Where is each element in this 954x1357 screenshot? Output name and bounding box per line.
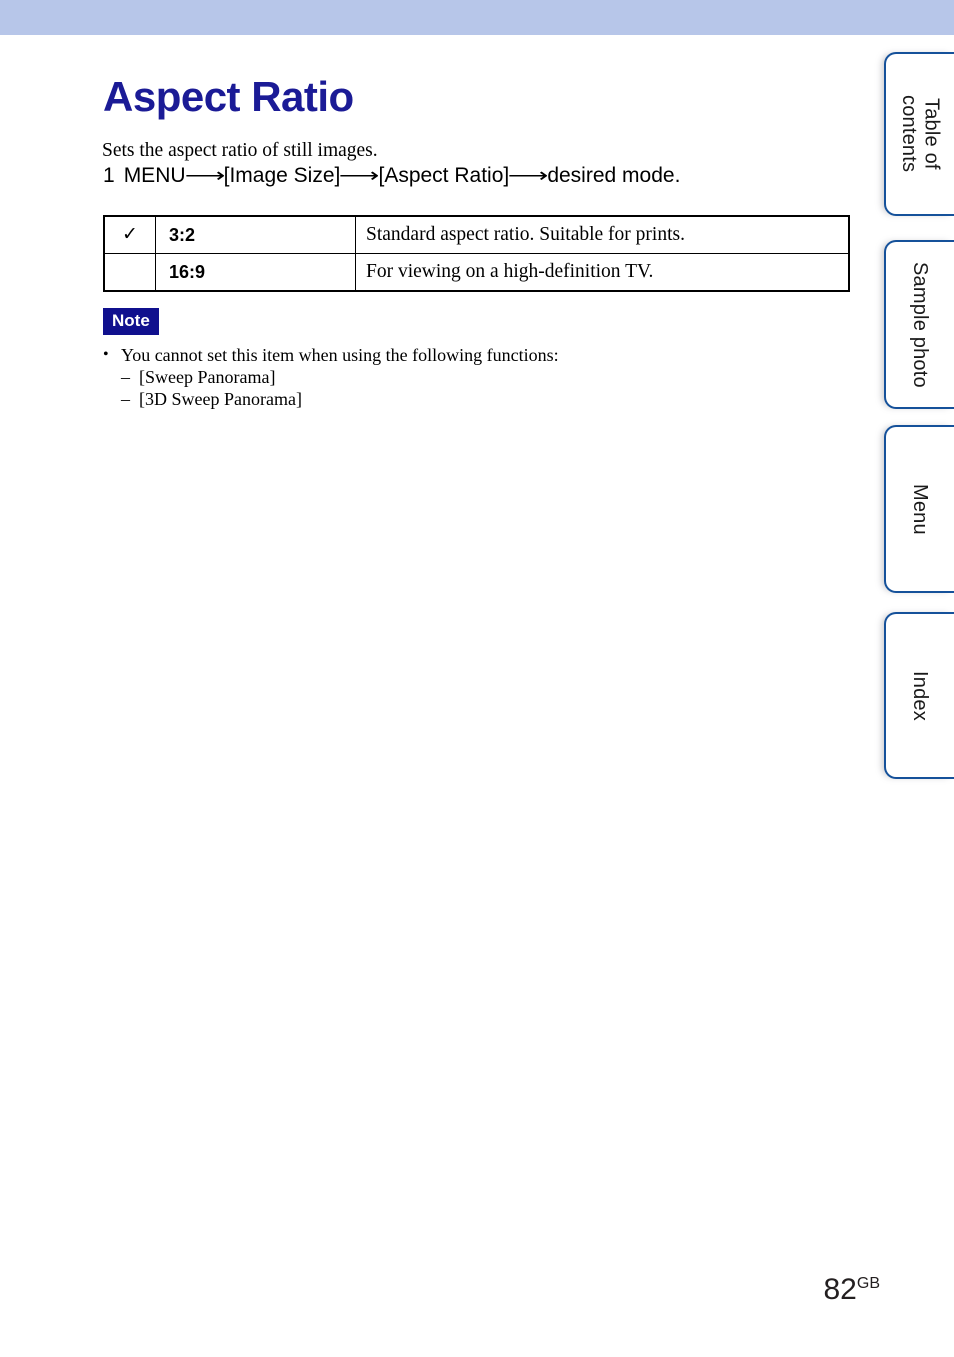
header-band — [0, 0, 954, 35]
check-icon: ✓ — [122, 223, 138, 245]
bullet-icon: • — [103, 346, 109, 363]
sidebar-item-index[interactable]: Index — [884, 612, 954, 779]
page-content: Aspect Ratio Sets the aspect ratio of st… — [0, 35, 880, 1357]
options-table: ✓ 3:2 Standard aspect ratio. Suitable fo… — [103, 215, 850, 292]
note-subitem-text: [Sweep Panorama] — [139, 366, 276, 387]
side-tab-label: Menu — [909, 483, 932, 535]
list-item: – [Sweep Panorama] — [103, 367, 559, 389]
option-label: 3:2 — [155, 215, 356, 254]
sidebar-item-table-of-contents[interactable]: Table of contents — [884, 52, 954, 216]
step-aspect-ratio-label: [Aspect Ratio] — [378, 164, 510, 187]
sidebar-item-menu[interactable]: Menu — [884, 425, 954, 593]
selected-indicator-cell: ✓ — [103, 215, 156, 254]
step-number: 1 — [103, 164, 115, 187]
arrow-icon: ⟶ — [339, 164, 380, 187]
intro-paragraph: Sets the aspect ratio of still images. — [102, 139, 378, 161]
dash-icon: – — [121, 388, 130, 409]
side-tab-label: Table of contents — [898, 95, 943, 173]
page-title: Aspect Ratio — [103, 73, 354, 121]
note-item-text: You cannot set this item when using the … — [121, 345, 559, 365]
option-description: Standard aspect ratio. Suitable for prin… — [355, 215, 850, 254]
page-number-value: 82 — [823, 1273, 857, 1306]
page-number-suffix: GB — [856, 1275, 880, 1292]
list-item: • You cannot set this item when using th… — [103, 345, 559, 367]
step-image-size-label: [Image Size] — [223, 164, 341, 187]
note-subitem-text: [3D Sweep Panorama] — [139, 388, 302, 409]
step-desired-mode-label: desired mode. — [547, 164, 681, 187]
table-row[interactable]: ✓ 3:2 Standard aspect ratio. Suitable fo… — [103, 215, 850, 254]
list-item: – [3D Sweep Panorama] — [103, 389, 559, 411]
dash-icon: – — [121, 366, 130, 387]
selected-indicator-cell — [103, 253, 156, 292]
option-label: 16:9 — [155, 253, 356, 292]
step-instruction: 1 MENU⟶[Image Size]⟶[Aspect Ratio]⟶desire… — [103, 163, 680, 188]
step-menu-label: MENU — [123, 164, 186, 187]
arrow-icon: ⟶ — [184, 164, 225, 187]
table-row[interactable]: 16:9 For viewing on a high-definition TV… — [103, 253, 850, 292]
side-tab-label: Sample photo — [909, 261, 932, 388]
side-tab-label: Index — [909, 670, 932, 721]
arrow-icon: ⟶ — [507, 164, 549, 187]
note-list: • You cannot set this item when using th… — [103, 345, 559, 411]
option-description: For viewing on a high-definition TV. — [355, 253, 850, 292]
sidebar-item-sample-photo[interactable]: Sample photo — [884, 240, 954, 409]
check-icon-empty — [130, 275, 131, 276]
page-number: 82GB — [795, 1273, 881, 1307]
side-tab-navigation: Table of contents Sample photo Menu Inde… — [882, 0, 954, 1357]
note-badge: Note — [103, 308, 159, 335]
